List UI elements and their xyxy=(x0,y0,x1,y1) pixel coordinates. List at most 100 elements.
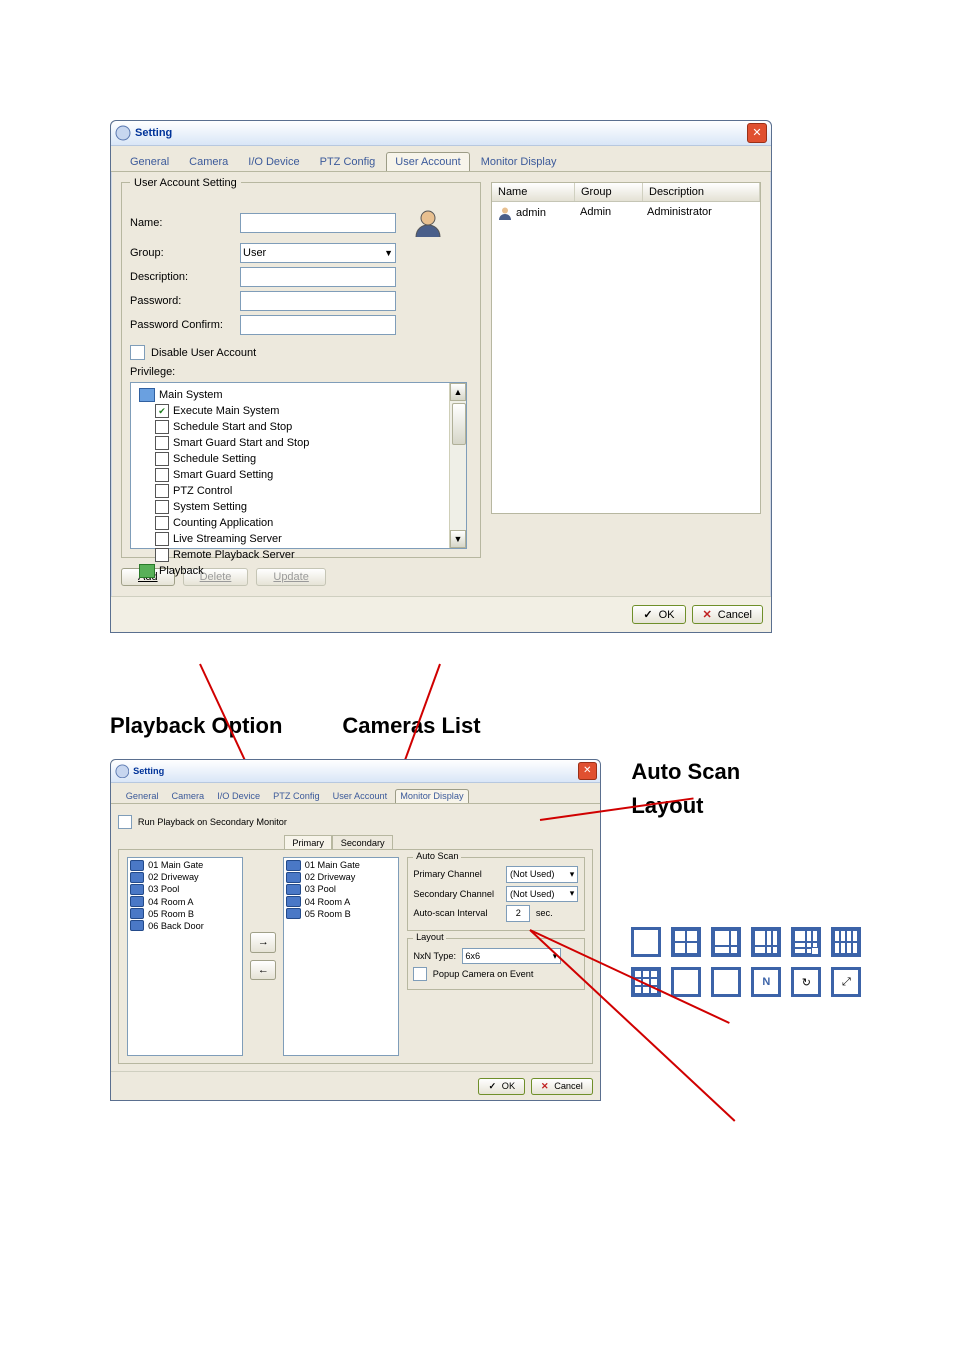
inner-tab-secondary[interactable]: Secondary xyxy=(332,835,393,850)
tab-monitor-display[interactable]: Monitor Display xyxy=(472,152,566,171)
privilege-item[interactable]: Main System xyxy=(135,387,462,403)
run-playback-checkbox[interactable]: Run Playback on Secondary Monitor xyxy=(118,815,287,829)
tab-ptz-config[interactable]: PTZ Config xyxy=(311,152,385,171)
secondary-channel-select[interactable]: (Not Used)▾ xyxy=(506,886,578,903)
name-field[interactable] xyxy=(240,213,396,233)
camera-label: 06 Back Door xyxy=(148,921,204,931)
th-name[interactable]: Name xyxy=(492,183,575,201)
scroll-down-icon[interactable]: ▼ xyxy=(450,530,466,548)
tab-user-account[interactable]: User Account xyxy=(327,789,393,804)
camera-list-item[interactable]: 02 Driveway xyxy=(130,872,240,884)
auto-scan-title: Auto Scan xyxy=(413,851,461,861)
tab-camera[interactable]: Camera xyxy=(180,152,237,171)
auto-scan-group: Auto Scan Primary Channel (Not Used)▾ Se… xyxy=(407,857,585,931)
camera-list-item[interactable]: 05 Room B xyxy=(286,908,396,920)
popup-on-event-checkbox[interactable]: Popup Camera on Event xyxy=(413,967,578,981)
chevron-down-icon: ▾ xyxy=(570,888,575,899)
scrollbar[interactable]: ▲ ▼ xyxy=(449,383,466,548)
layout-rotate-icon[interactable]: ↻ xyxy=(791,967,821,997)
cell-name: admin xyxy=(516,207,546,219)
layout-3x3-icon[interactable] xyxy=(631,967,661,997)
window-title: Setting xyxy=(133,766,578,776)
move-left-button[interactable]: ← xyxy=(250,960,276,980)
layout-n-icon[interactable]: N xyxy=(751,967,781,997)
tab-io-device[interactable]: I/O Device xyxy=(239,152,308,171)
table-row[interactable]: admin Admin Administrator xyxy=(492,202,760,224)
scroll-thumb[interactable] xyxy=(452,403,466,445)
privilege-tree[interactable]: Main System✔Execute Main SystemSchedule … xyxy=(130,382,467,549)
privilege-item[interactable]: Playback xyxy=(135,563,462,579)
privilege-item[interactable]: Smart Guard Setting xyxy=(135,467,462,483)
layout-1-3-icon[interactable] xyxy=(711,927,741,957)
layout-4x4-icon[interactable] xyxy=(671,967,701,997)
tab-camera[interactable]: Camera xyxy=(166,789,210,804)
camera-icon xyxy=(286,884,301,895)
camera-list-item[interactable]: 05 Room B xyxy=(130,908,240,920)
camera-list-item[interactable]: 03 Pool xyxy=(130,884,240,896)
cancel-button[interactable]: ✕Cancel xyxy=(692,605,763,624)
layout-1-5-icon[interactable] xyxy=(751,927,781,957)
disable-label: Disable User Account xyxy=(151,347,256,359)
layout-1-7-icon[interactable] xyxy=(791,927,821,957)
interval-input[interactable]: 2 xyxy=(506,905,530,922)
privilege-item[interactable]: System Setting xyxy=(135,499,462,515)
nxn-select[interactable]: 6x6▾ xyxy=(462,948,562,965)
camera-list-item[interactable]: 06 Back Door xyxy=(130,920,240,932)
th-group[interactable]: Group xyxy=(575,183,643,201)
cancel-button[interactable]: ✕Cancel xyxy=(531,1078,593,1095)
move-right-button[interactable]: → xyxy=(250,932,276,952)
available-cameras-list[interactable]: 01 Main Gate02 Driveway03 Pool04 Room A0… xyxy=(127,857,243,1056)
scroll-up-icon[interactable]: ▲ xyxy=(450,383,466,401)
password-field[interactable] xyxy=(240,291,396,311)
tab-general[interactable]: General xyxy=(121,152,178,171)
camera-list-item[interactable]: 02 Driveway xyxy=(286,872,396,884)
ok-button[interactable]: ✓OK xyxy=(632,605,685,624)
privilege-item[interactable]: Remote Playback Server xyxy=(135,547,462,563)
privilege-item[interactable]: Schedule Setting xyxy=(135,451,462,467)
th-description[interactable]: Description xyxy=(643,183,760,201)
layout-wide-icon[interactable] xyxy=(831,927,861,957)
primary-channel-select[interactable]: (Not Used)▾ xyxy=(506,866,578,883)
camera-list-item[interactable]: 01 Main Gate xyxy=(286,860,396,872)
privilege-item[interactable]: ✔Execute Main System xyxy=(135,403,462,419)
tab-io-device[interactable]: I/O Device xyxy=(212,789,266,804)
camera-list-item[interactable]: 04 Room A xyxy=(130,896,240,908)
tab-general[interactable]: General xyxy=(120,789,164,804)
privilege-item[interactable]: Counting Application xyxy=(135,515,462,531)
label-nxn: NxN Type: xyxy=(413,951,456,961)
password-confirm-field[interactable] xyxy=(240,315,396,335)
selected-cameras-list[interactable]: 01 Main Gate02 Driveway03 Pool04 Room A0… xyxy=(283,857,399,1056)
layout-fullscreen-icon[interactable]: ⤢ xyxy=(831,967,861,997)
checkbox-icon xyxy=(155,484,169,498)
tab-ptz-config[interactable]: PTZ Config xyxy=(268,789,326,804)
annotation-cameras-list: Cameras List xyxy=(342,713,480,739)
cell-group: Admin xyxy=(574,204,641,222)
tab-monitor-display[interactable]: Monitor Display xyxy=(395,789,470,804)
checkbox-icon: ✔ xyxy=(155,404,169,418)
camera-list-item[interactable]: 04 Room A xyxy=(286,896,396,908)
label-password: Password: xyxy=(130,295,240,307)
privilege-item[interactable]: Smart Guard Start and Stop xyxy=(135,435,462,451)
group-select[interactable]: User ▼ xyxy=(240,243,396,263)
inner-tab-primary[interactable]: Primary xyxy=(284,835,332,850)
label-group: Group: xyxy=(130,247,240,259)
layout-5x5-icon[interactable] xyxy=(711,967,741,997)
camera-list-item[interactable]: 01 Main Gate xyxy=(130,860,240,872)
window-title: Setting xyxy=(135,127,747,139)
close-icon[interactable]: ✕ xyxy=(747,123,767,143)
privilege-item[interactable]: Schedule Start and Stop xyxy=(135,419,462,435)
disable-user-checkbox[interactable]: Disable User Account xyxy=(130,345,256,360)
layout-1x1-icon[interactable] xyxy=(631,927,661,957)
camera-list-item[interactable]: 03 Pool xyxy=(286,884,396,896)
privilege-label: Remote Playback Server xyxy=(173,549,295,561)
tab-user-account[interactable]: User Account xyxy=(386,152,469,171)
privilege-item[interactable]: Live Streaming Server xyxy=(135,531,462,547)
ok-button[interactable]: ✓OK xyxy=(478,1078,525,1095)
privilege-item[interactable]: PTZ Control xyxy=(135,483,462,499)
layout-2x2-icon[interactable] xyxy=(671,927,701,957)
group-select-value: User xyxy=(243,247,266,259)
checkbox-icon xyxy=(155,548,169,562)
description-field[interactable] xyxy=(240,267,396,287)
close-icon[interactable]: ✕ xyxy=(578,762,597,781)
checkbox-icon xyxy=(413,967,427,981)
